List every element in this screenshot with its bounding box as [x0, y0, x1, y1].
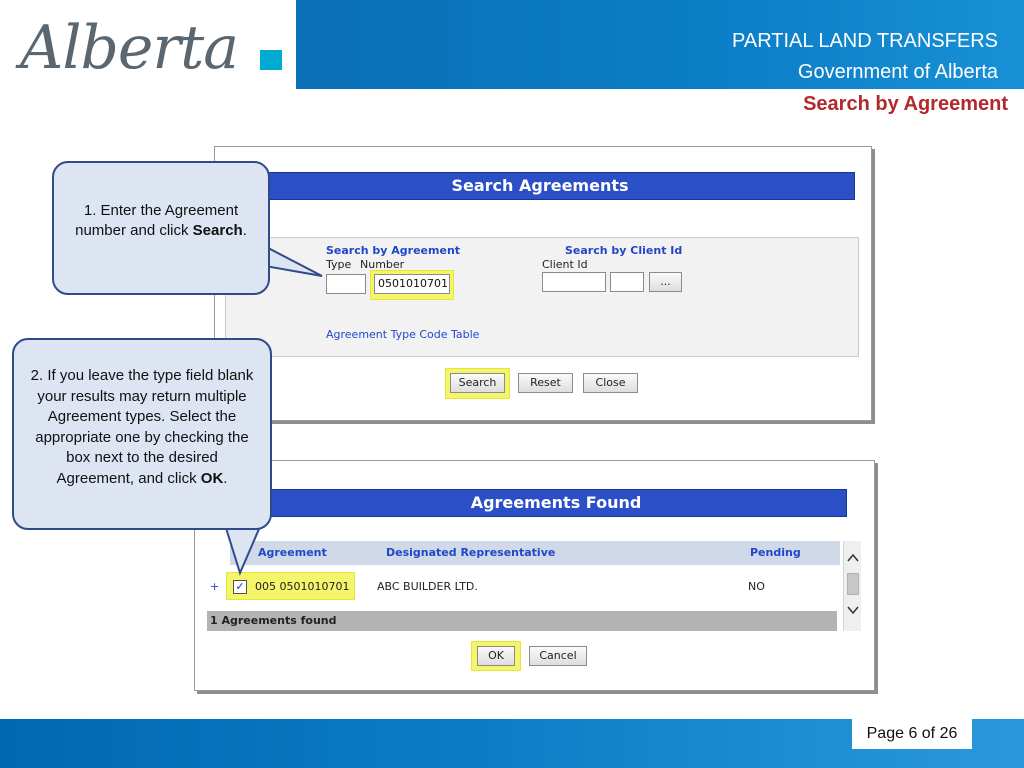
- step-1-period: .: [242, 222, 247, 239]
- step-2-ok-word: OK: [200, 469, 224, 487]
- reset-button[interactable]: Reset: [518, 373, 573, 393]
- logo-square-icon: [260, 50, 282, 70]
- ok-button[interactable]: OK: [477, 646, 515, 666]
- pending-value: NO: [748, 580, 765, 593]
- search-criteria-box: Search by Agreement Type Number 05010107…: [225, 237, 859, 357]
- step-1-search-word: Search: [192, 222, 243, 239]
- agreement-number: 005 0501010701: [255, 580, 350, 593]
- agreement-checkbox[interactable]: ✓: [233, 580, 247, 594]
- number-input[interactable]: 0501010701: [374, 274, 450, 294]
- search-by-agreement-label: Search by Agreement: [326, 244, 461, 257]
- header-band: PARTIAL LAND TRANSFERS Government of Alb…: [296, 0, 1024, 89]
- alberta-logo: Alberta: [0, 0, 296, 96]
- agreements-found-title: Agreements Found: [265, 489, 847, 517]
- search-agreements-panel: Search Agreements Search by Agreement Ty…: [214, 146, 872, 421]
- client-id-input[interactable]: [542, 272, 606, 292]
- search-button[interactable]: Search: [450, 373, 505, 393]
- agreement-type-code-link[interactable]: Agreement Type Code Table: [326, 328, 479, 341]
- type-label: Type: [326, 258, 352, 271]
- agreements-found-count: 1 Agreements found: [207, 611, 837, 631]
- cancel-button[interactable]: Cancel: [529, 646, 587, 666]
- column-pending: Pending: [750, 546, 801, 559]
- client-id-input-2[interactable]: [610, 272, 644, 292]
- client-id-label: Client Id: [542, 258, 588, 271]
- search-agreements-title: Search Agreements: [225, 172, 855, 200]
- scroll-thumb[interactable]: [847, 573, 859, 595]
- results-scrollbar[interactable]: [843, 541, 861, 631]
- column-designated-representative: Designated Representative: [386, 546, 556, 559]
- header-title: PARTIAL LAND TRANSFERS: [732, 30, 998, 52]
- scroll-down-icon[interactable]: [844, 601, 862, 619]
- callout-step-2: 2. If you leave the type field blank you…: [12, 338, 272, 530]
- designated-representative: ABC BUILDER LTD.: [377, 580, 478, 593]
- scroll-up-icon[interactable]: [844, 549, 862, 567]
- page-number: Page 6 of 26: [852, 719, 972, 749]
- step-2-period: .: [223, 469, 228, 487]
- step-1-number: 1.: [83, 202, 97, 219]
- expand-row-button[interactable]: +: [210, 580, 219, 593]
- column-agreement: Agreement: [258, 546, 327, 559]
- alberta-logo-text: Alberta: [20, 13, 239, 83]
- close-button[interactable]: Close: [583, 373, 638, 393]
- client-lookup-button[interactable]: ...: [649, 272, 682, 292]
- agreements-found-panel: Agreements Found Agreement Designated Re…: [194, 460, 875, 691]
- search-by-client-label: Search by Client Id: [565, 244, 683, 257]
- callout-step-1: 1. Enter the Agreement number and click …: [52, 161, 270, 295]
- type-input[interactable]: [326, 274, 366, 294]
- header-subtitle: Government of Alberta: [797, 61, 998, 83]
- page-heading: Search by Agreement: [803, 93, 1008, 115]
- results-table-header: Agreement Designated Representative Pend…: [230, 541, 840, 565]
